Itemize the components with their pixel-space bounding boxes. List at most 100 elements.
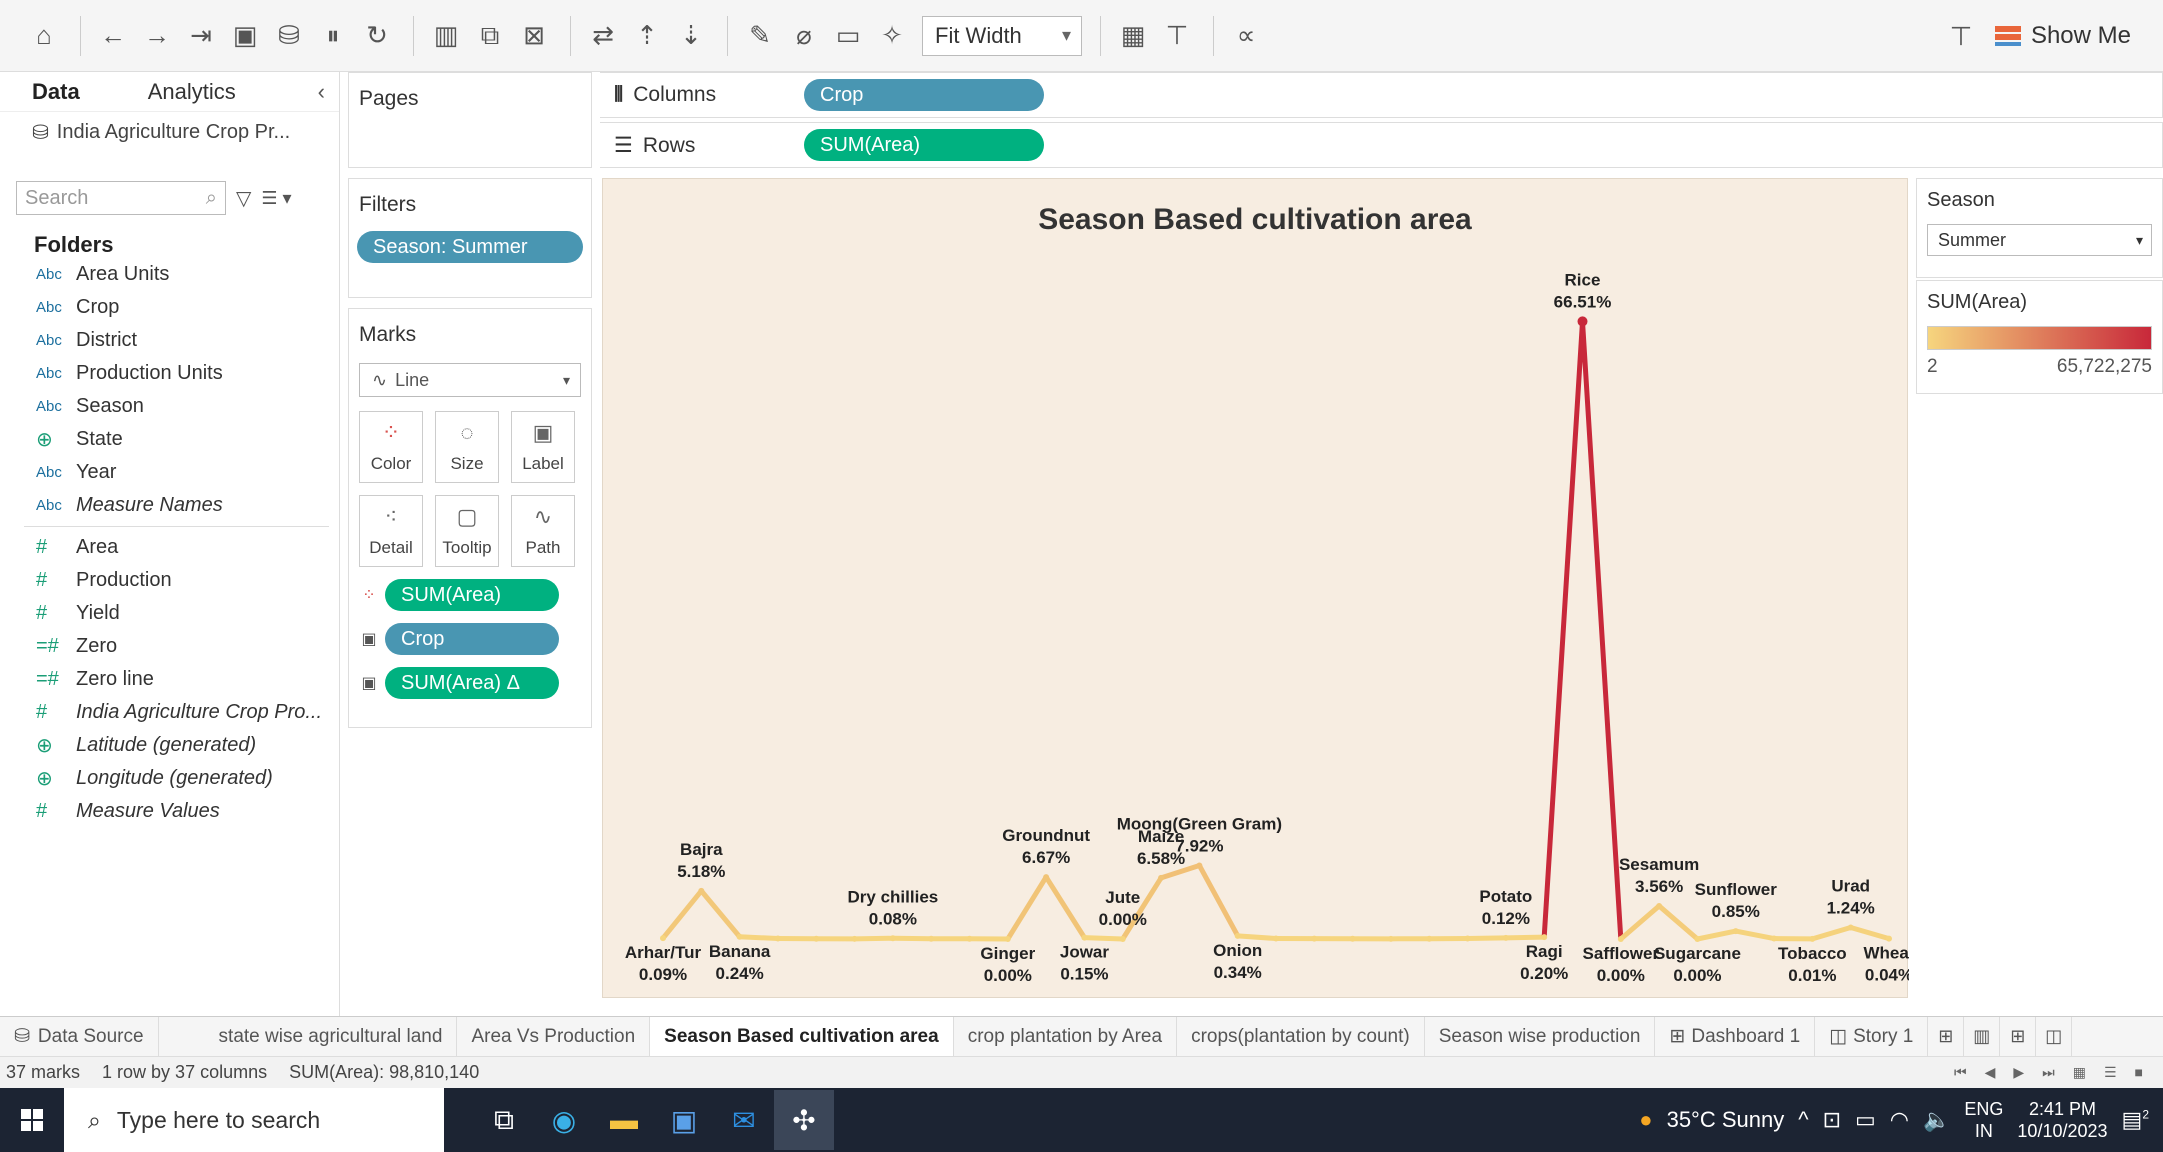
field-item[interactable]: Abc Production Units <box>0 357 339 390</box>
tooltip-button[interactable]: ▢ Tooltip <box>435 495 499 567</box>
tab-data-source[interactable]: ⛁ Data Source <box>0 1016 159 1057</box>
size-button[interactable]: ◌ Size <box>435 411 499 483</box>
filter-icon[interactable]: ▽ <box>236 186 251 211</box>
show-hidden-icons[interactable]: ^ <box>1798 1107 1808 1133</box>
tab-sheet[interactable]: Area Vs Production <box>457 1016 651 1057</box>
data-point[interactable] <box>1081 934 1088 941</box>
redo-icon[interactable]: ⇥ <box>181 16 221 56</box>
edge-icon[interactable]: ◉ <box>534 1090 594 1150</box>
mark-type-select[interactable]: ∿ Line ▾ <box>359 363 581 397</box>
first-sheet-icon[interactable]: ⏮ <box>1954 1064 1967 1081</box>
data-point[interactable] <box>1886 935 1892 942</box>
data-point[interactable] <box>851 935 858 942</box>
data-point[interactable] <box>1043 874 1050 881</box>
mark-pill-sum-area-delta[interactable]: SUM(Area) Δ <box>385 667 559 699</box>
tooltip-icon[interactable]: ⊤ <box>1941 16 1981 56</box>
columns-pill-crop[interactable]: Crop <box>804 79 1044 111</box>
tab-sheet[interactable]: state wise agricultural land <box>159 1016 458 1057</box>
data-point[interactable] <box>660 935 666 942</box>
data-point[interactable] <box>1847 924 1854 931</box>
rows-shelf[interactable]: ☰ Rows SUM(Area) <box>600 122 2163 168</box>
data-point[interactable] <box>774 935 781 942</box>
notifications-icon[interactable]: ▤2 <box>2122 1107 2149 1133</box>
new-story-icon[interactable]: ◫ <box>2036 1016 2073 1057</box>
tab-analytics[interactable]: Analytics <box>148 79 236 105</box>
data-point[interactable] <box>966 935 973 942</box>
new-worksheet-icon[interactable]: ▥ <box>1964 1016 2001 1057</box>
data-point[interactable] <box>1196 862 1203 869</box>
weather-text[interactable]: 35°C Sunny <box>1667 1107 1785 1133</box>
data-point[interactable] <box>1158 874 1165 881</box>
field-item[interactable]: =# Zero line <box>0 663 339 696</box>
data-point[interactable] <box>1771 935 1778 942</box>
field-item[interactable]: # Area <box>0 531 339 564</box>
data-point[interactable] <box>1617 936 1624 942</box>
meet-now-icon[interactable]: ⊡ <box>1823 1107 1841 1133</box>
data-point[interactable] <box>736 933 743 940</box>
presentation-icon[interactable]: ⊤ <box>1157 16 1197 56</box>
new-worksheet-icon[interactable]: ▥ <box>426 16 466 56</box>
paperclip-icon[interactable]: ⌀ <box>784 16 824 56</box>
data-point[interactable] <box>1656 902 1663 909</box>
wifi-icon[interactable]: ◠ <box>1890 1107 1909 1133</box>
field-item[interactable]: ⊕ Latitude (generated) <box>0 729 339 762</box>
data-point[interactable] <box>1119 936 1126 942</box>
detail-button[interactable]: ⁖ Detail <box>359 495 423 567</box>
refresh-icon[interactable]: ↻ <box>357 16 397 56</box>
filter-pill[interactable]: Season: Summer <box>357 231 583 263</box>
task-view-icon[interactable]: ⧉ <box>474 1090 534 1150</box>
prev-sheet-icon[interactable]: ◀ <box>1985 1064 1996 1081</box>
field-item[interactable]: =# Zero <box>0 630 339 663</box>
field-item[interactable]: Abc District <box>0 324 339 357</box>
filmstrip-view-icon[interactable]: ■ <box>2135 1064 2143 1081</box>
viz-canvas[interactable]: Season Based cultivation area Arhar/Tur 0… <box>602 178 1909 999</box>
show-labels-icon[interactable]: ▭ <box>828 16 868 56</box>
list-view-icon[interactable]: ☰ <box>2104 1064 2117 1081</box>
mark-pill-sum-area[interactable]: SUM(Area) <box>385 579 559 611</box>
clock[interactable]: 2:41 PM 10/10/2023 <box>2017 1098 2107 1142</box>
taskbar-search[interactable]: ⌕ Type here to search <box>64 1088 444 1152</box>
view-options-icon[interactable]: ☰ ▾ <box>261 188 291 209</box>
line-chart[interactable]: Arhar/Tur 0.09% Bajra 5.18% Banana 0.24% Dry c… <box>603 179 1909 999</box>
season-filter-select[interactable]: Summer ▾ <box>1927 224 2152 256</box>
mail-icon[interactable]: ✉ <box>714 1090 774 1150</box>
new-datasource-icon[interactable]: ⛁ <box>269 16 309 56</box>
next-sheet-icon[interactable]: ▶ <box>2013 1064 2024 1081</box>
data-point[interactable] <box>928 935 935 942</box>
field-item[interactable]: Abc Area Units <box>0 258 339 291</box>
field-item[interactable]: ⊕ State <box>0 423 339 456</box>
field-item[interactable]: Abc Season <box>0 390 339 423</box>
forward-icon[interactable]: → <box>137 16 177 56</box>
tab-sheet[interactable]: crops(plantation by count) <box>1177 1016 1425 1057</box>
tab-story[interactable]: ◫ Story 1 <box>1815 1016 1929 1057</box>
last-sheet-icon[interactable]: ⏭ <box>2042 1064 2055 1081</box>
field-item[interactable]: # Yield <box>0 597 339 630</box>
field-item[interactable]: # India Agriculture Crop Pro... <box>0 696 339 729</box>
share-icon[interactable]: ∝ <box>1226 16 1266 56</box>
search-input[interactable]: Search ⌕ <box>16 181 226 215</box>
duplicate-icon[interactable]: ⧉ <box>470 16 510 56</box>
tab-sheet[interactable]: crop plantation by Area <box>954 1016 1178 1057</box>
datasource-item[interactable]: ⛁ India Agriculture Crop Pr... <box>0 112 339 152</box>
pages-card[interactable]: Pages <box>348 72 592 168</box>
path-button[interactable]: ∿ Path <box>511 495 575 567</box>
tab-sheet-active[interactable]: Season Based cultivation area <box>650 1016 954 1057</box>
data-point[interactable] <box>813 935 820 942</box>
tableau-icon[interactable]: ✣ <box>774 1090 834 1150</box>
data-point[interactable] <box>1311 935 1318 942</box>
swap-icon[interactable]: ⇄ <box>583 16 623 56</box>
clear-icon[interactable]: ⊠ <box>514 16 554 56</box>
new-dashboard-icon[interactable]: ⊞ <box>1928 1016 1965 1057</box>
data-point[interactable] <box>698 887 705 894</box>
mark-pill-crop[interactable]: Crop <box>385 623 559 655</box>
start-button[interactable] <box>0 1109 64 1131</box>
data-point[interactable] <box>1694 936 1701 942</box>
back-icon[interactable]: ← <box>93 16 133 56</box>
data-point[interactable] <box>1809 935 1816 942</box>
highlight-icon[interactable]: ✎ <box>740 16 780 56</box>
label-button[interactable]: ▣ Label <box>511 411 575 483</box>
tab-data[interactable]: Data <box>32 79 80 105</box>
data-point[interactable] <box>1004 936 1011 942</box>
volume-icon[interactable]: 🔈 <box>1923 1107 1950 1133</box>
store-icon[interactable]: ▣ <box>654 1090 714 1150</box>
